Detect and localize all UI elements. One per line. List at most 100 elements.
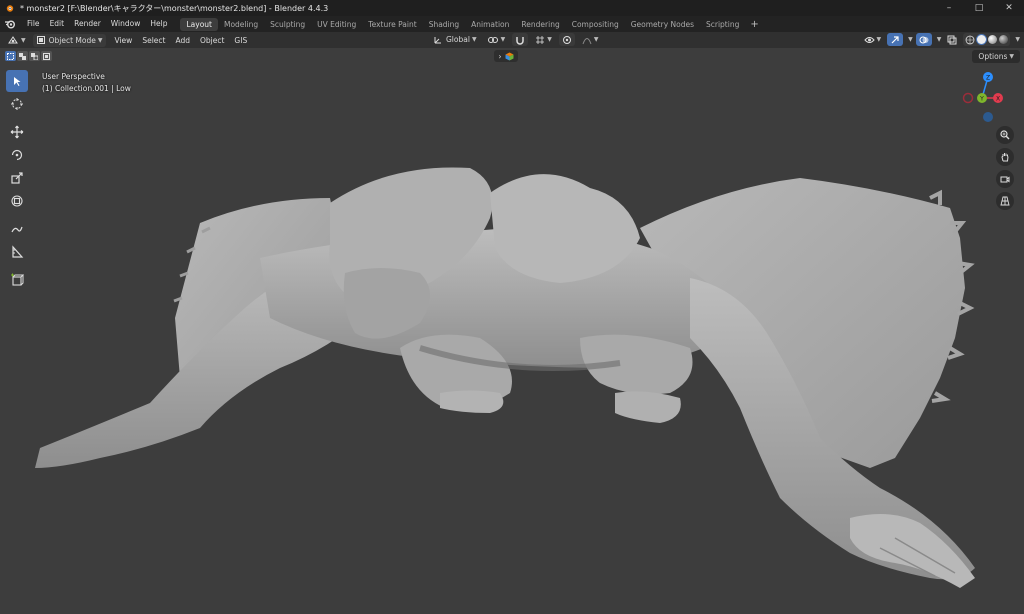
falloff-icon <box>582 37 592 44</box>
options-dropdown[interactable]: Options ▼ <box>972 50 1020 63</box>
mode-label: Object Mode <box>48 35 96 45</box>
gizmo-y-label: Y <box>979 96 984 103</box>
menu-help[interactable]: Help <box>145 16 172 32</box>
proportional-edit-toggle[interactable] <box>558 33 575 46</box>
add-workspace-button[interactable]: + <box>745 18 763 31</box>
menu-edit[interactable]: Edit <box>45 16 70 32</box>
menu-file[interactable]: File <box>22 16 45 32</box>
gizmo-icon <box>891 35 899 43</box>
solid-shading-icon[interactable] <box>977 35 987 44</box>
object-mode-icon <box>36 36 45 44</box>
view-name: User Perspective <box>42 72 105 81</box>
tool-bar <box>6 70 30 292</box>
tab-compositing[interactable]: Compositing <box>566 18 625 31</box>
proportional-edit-icon <box>562 35 571 44</box>
tab-geometry-nodes[interactable]: Geometry Nodes <box>625 18 700 31</box>
chevron-down-icon: ▼ <box>1009 53 1014 60</box>
chevron-down-icon: ▼ <box>471 36 477 43</box>
orientation-label: Global <box>446 35 470 44</box>
editor-type-icon <box>8 36 18 44</box>
select-new-icon[interactable] <box>5 51 16 61</box>
chevron-down-icon: ▼ <box>500 36 506 43</box>
close-icon[interactable]: ✕ <box>994 0 1024 16</box>
chevron-right-icon: › <box>498 51 502 61</box>
menu-window[interactable]: Window <box>106 16 146 32</box>
menu-add[interactable]: Add <box>170 36 195 45</box>
chevron-down-icon: ▼ <box>547 36 552 43</box>
blender-logo-icon[interactable] <box>4 18 18 30</box>
cursor-icon[interactable] <box>6 93 28 115</box>
wireframe-shading-icon[interactable] <box>965 35 975 45</box>
tab-animation[interactable]: Animation <box>465 18 515 31</box>
scale-icon[interactable] <box>6 167 28 189</box>
annotate-icon[interactable] <box>6 218 28 240</box>
measure-icon[interactable] <box>6 241 28 263</box>
tab-texture-paint[interactable]: Texture Paint <box>362 18 422 31</box>
tab-rendering[interactable]: Rendering <box>515 18 565 31</box>
editor-type-button[interactable]: ▼ <box>4 34 29 47</box>
chevron-down-icon[interactable]: ▼ <box>937 36 942 43</box>
menu-render[interactable]: Render <box>69 16 106 32</box>
xray-toggle[interactable] <box>944 33 960 46</box>
link-icon <box>487 36 498 43</box>
viewport-header: ▼ Object Mode ▼ View Select Add Object G… <box>0 32 1024 48</box>
chevron-down-icon[interactable]: ▼ <box>1015 36 1020 43</box>
zoom-icon[interactable] <box>996 126 1014 144</box>
3d-viewport[interactable]: User Perspective (1) Collection.001 | Lo… <box>0 48 1024 614</box>
menu-gis[interactable]: GIS <box>229 36 252 45</box>
options-label: Options <box>978 52 1008 61</box>
window-title: * monster2 [F:\Blender\キャラクター\monster\mo… <box>20 3 329 13</box>
top-bar: File Edit Render Window Help Layout Mode… <box>0 16 1024 32</box>
mode-dropdown[interactable]: Object Mode ▼ <box>32 33 106 47</box>
orientation-dropdown[interactable]: Global ▼ <box>430 33 480 46</box>
visibility-dropdown[interactable]: ▼ <box>861 33 885 46</box>
material-shading-icon[interactable] <box>988 35 998 44</box>
move-icon[interactable] <box>6 121 28 143</box>
maximize-icon[interactable]: □ <box>964 0 994 16</box>
pan-hand-icon[interactable] <box>996 148 1014 166</box>
main-menu: File Edit Render Window Help <box>22 16 172 32</box>
menu-view[interactable]: View <box>110 36 138 45</box>
pivot-dropdown[interactable]: ▼ <box>484 33 509 46</box>
add-cube-icon[interactable] <box>6 269 28 291</box>
minimize-icon[interactable]: – <box>934 0 964 16</box>
gizmo-toggle[interactable] <box>887 33 904 46</box>
select-invert-icon[interactable] <box>41 51 52 61</box>
shading-modes <box>963 33 1011 46</box>
tab-layout[interactable]: Layout <box>180 17 218 31</box>
blender-app-icon <box>6 5 14 12</box>
perspective-grid-icon[interactable] <box>996 192 1014 210</box>
tab-uv-editing[interactable]: UV Editing <box>311 18 362 31</box>
workspace-tabs: Layout Modeling Sculpting UV Editing Tex… <box>180 16 763 32</box>
transform-icon[interactable] <box>6 190 28 212</box>
select-mode-group <box>5 51 52 61</box>
viewport-info: User Perspective (1) Collection.001 | Lo… <box>42 71 131 95</box>
select-box-icon[interactable] <box>6 70 28 92</box>
snap-target-dropdown[interactable]: ▼ <box>532 33 555 46</box>
menu-object[interactable]: Object <box>195 36 229 45</box>
chevron-down-icon: ▼ <box>21 36 26 44</box>
select-extend-icon[interactable] <box>17 51 28 61</box>
snap-toggle[interactable] <box>512 33 529 46</box>
gizmo-z-label: Z <box>986 75 990 82</box>
tab-shading[interactable]: Shading <box>423 18 465 31</box>
camera-icon[interactable] <box>996 170 1014 188</box>
magnet-icon <box>516 36 524 45</box>
navigation-gizmo[interactable]: X Y Z <box>962 68 1018 128</box>
chevron-down-icon: ▼ <box>97 36 103 44</box>
tab-sculpting[interactable]: Sculpting <box>264 18 311 31</box>
tab-scripting[interactable]: Scripting <box>700 18 745 31</box>
chevron-down-icon[interactable]: ▼ <box>908 36 913 43</box>
tab-modeling[interactable]: Modeling <box>218 18 264 31</box>
select-subtract-icon[interactable] <box>29 51 40 61</box>
chevron-down-icon: ▼ <box>593 36 599 43</box>
overlays-toggle[interactable] <box>915 33 932 46</box>
falloff-dropdown[interactable]: ▼ <box>579 33 602 46</box>
chevron-down-icon: ▼ <box>876 36 882 43</box>
menu-select[interactable]: Select <box>137 36 170 45</box>
rendered-shading-icon[interactable] <box>999 35 1009 44</box>
overlays-icon <box>919 36 929 43</box>
title-bar: * monster2 [F:\Blender\キャラクター\monster\mo… <box>0 0 1024 16</box>
tool-settings-toggle[interactable]: › <box>494 50 518 62</box>
rotate-icon[interactable] <box>6 144 28 166</box>
